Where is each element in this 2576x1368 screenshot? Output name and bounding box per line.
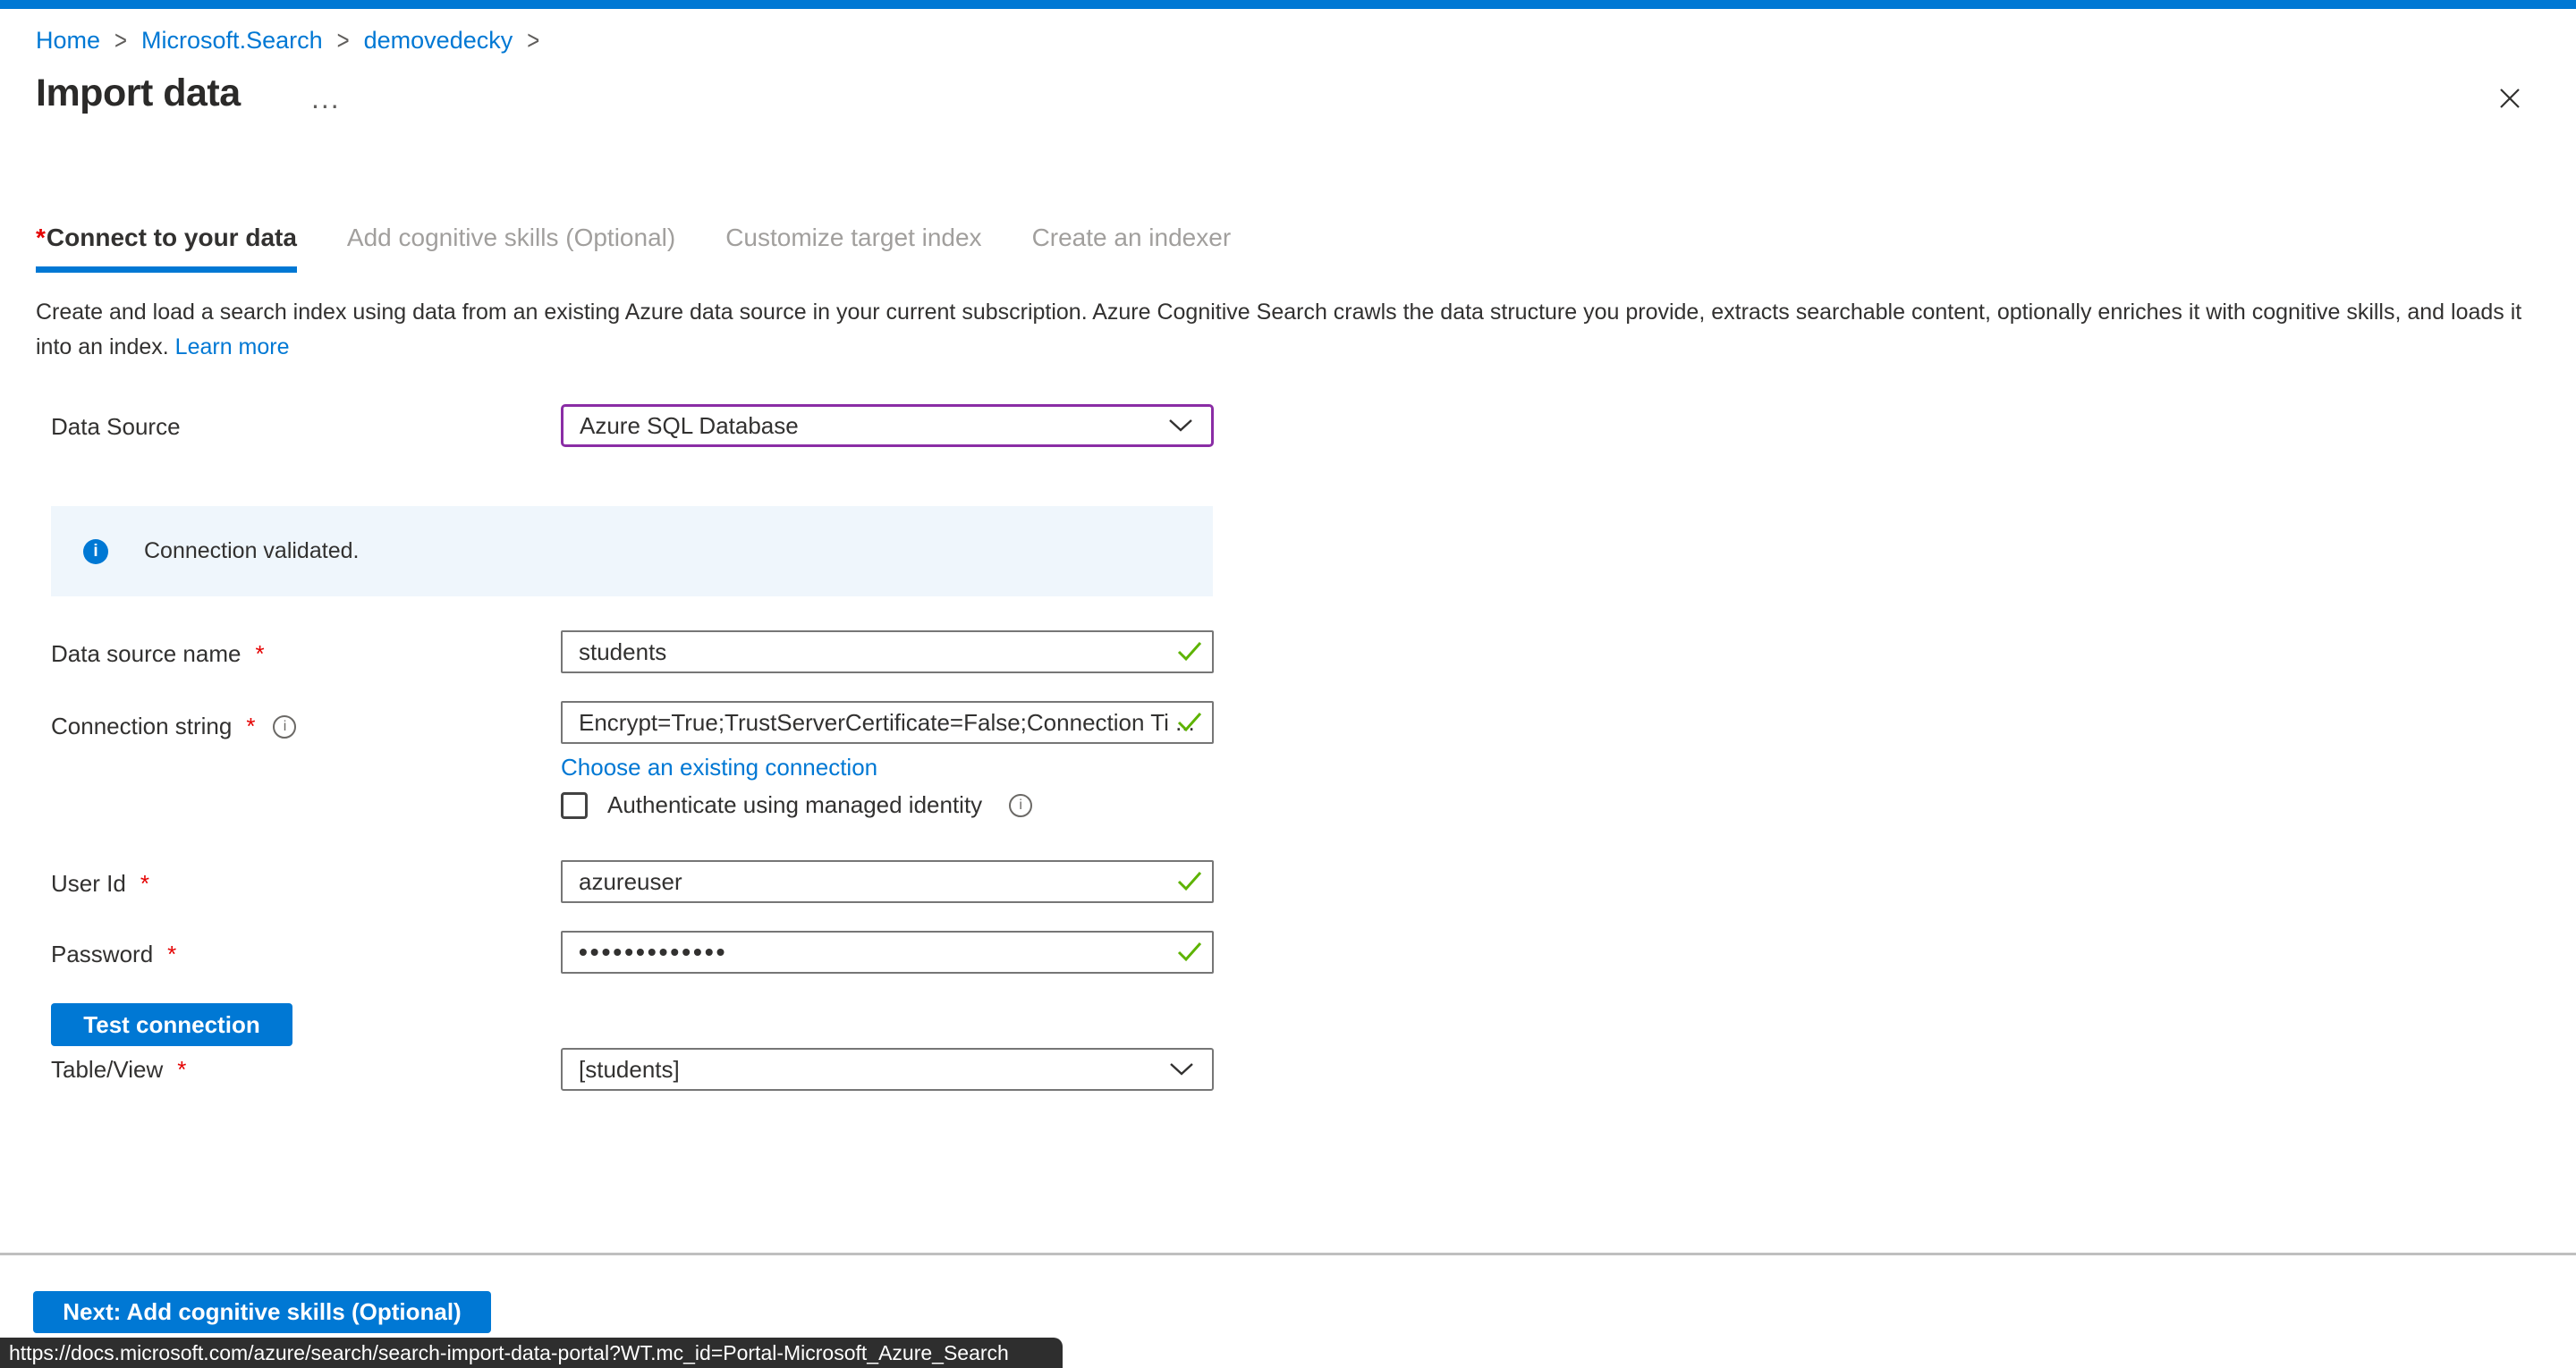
- required-marker: *: [246, 713, 255, 740]
- valid-check-icon: [1176, 640, 1203, 663]
- required-marker: *: [36, 224, 46, 251]
- top-accent-bar: [0, 0, 2576, 9]
- user-id-label: User Id*: [51, 870, 149, 898]
- test-connection-button[interactable]: Test connection: [51, 1003, 292, 1046]
- info-icon[interactable]: i: [273, 715, 296, 739]
- close-icon: [2496, 85, 2523, 112]
- connection-validated-banner: i Connection validated.: [51, 506, 1213, 596]
- table-view-label: Table/View*: [51, 1056, 186, 1084]
- next-add-cognitive-skills-button[interactable]: Next: Add cognitive skills (Optional): [33, 1291, 491, 1333]
- table-view-dropdown[interactable]: [students]: [561, 1048, 1214, 1091]
- breadcrumb-home[interactable]: Home: [36, 27, 100, 55]
- info-icon[interactable]: i: [1009, 794, 1032, 817]
- managed-identity-row: Authenticate using managed identity i: [561, 791, 1032, 819]
- breadcrumb-separator: >: [114, 25, 127, 56]
- valid-check-icon: [1176, 941, 1203, 964]
- link-status-bar: https://docs.microsoft.com/azure/search/…: [0, 1338, 1063, 1368]
- user-id-input[interactable]: azureuser: [561, 860, 1214, 903]
- footer-divider: [0, 1253, 2576, 1255]
- breadcrumb-separator: >: [527, 25, 539, 56]
- breadcrumb-microsoft-search[interactable]: Microsoft.Search: [141, 27, 323, 55]
- banner-message: Connection validated.: [144, 538, 359, 564]
- import-data-page: Home > Microsoft.Search > demovedecky > …: [0, 0, 2576, 1368]
- description-text: Create and load a search index using dat…: [36, 300, 2521, 359]
- table-view-value: [students]: [579, 1056, 680, 1084]
- managed-identity-checkbox[interactable]: [561, 792, 588, 819]
- chevron-down-icon: [1168, 418, 1193, 433]
- info-icon: i: [83, 539, 108, 564]
- connection-string-label: Connection string* i: [51, 713, 296, 740]
- learn-more-link[interactable]: Learn more: [175, 334, 290, 359]
- data-source-name-input[interactable]: students: [561, 630, 1214, 673]
- data-source-name-label: Data source name*: [51, 640, 265, 668]
- tab-create-an-indexer[interactable]: Create an indexer: [1032, 224, 1232, 273]
- page-description: Create and load a search index using dat…: [36, 295, 2537, 365]
- status-url: https://docs.microsoft.com/azure/search/…: [9, 1341, 1009, 1365]
- breadcrumb-demovedecky[interactable]: demovedecky: [364, 27, 513, 55]
- data-source-label: Data Source: [51, 413, 181, 441]
- data-source-value: Azure SQL Database: [580, 412, 799, 440]
- managed-identity-label: Authenticate using managed identity: [607, 791, 982, 819]
- connection-string-input[interactable]: Encrypt=True;TrustServerCertificate=Fals…: [561, 701, 1214, 744]
- more-options-icon[interactable]: ...: [311, 82, 341, 115]
- required-marker: *: [255, 640, 264, 668]
- password-label: Password*: [51, 941, 176, 968]
- valid-check-icon: [1176, 870, 1203, 893]
- required-marker: *: [140, 870, 149, 898]
- tab-add-cognitive-skills[interactable]: Add cognitive skills (Optional): [347, 224, 675, 273]
- wizard-tabs: *Connect to your data Add cognitive skil…: [36, 224, 1231, 273]
- breadcrumb: Home > Microsoft.Search > demovedecky >: [36, 27, 539, 55]
- required-marker: *: [177, 1056, 186, 1084]
- tab-connect-to-your-data[interactable]: *Connect to your data: [36, 224, 297, 273]
- data-source-dropdown[interactable]: Azure SQL Database: [561, 404, 1214, 447]
- tab-customize-target-index[interactable]: Customize target index: [725, 224, 981, 273]
- close-button[interactable]: [2490, 79, 2529, 118]
- chevron-down-icon: [1169, 1062, 1194, 1077]
- choose-existing-connection-link[interactable]: Choose an existing connection: [561, 754, 877, 781]
- breadcrumb-separator: >: [337, 25, 350, 56]
- password-input[interactable]: •••••••••••••: [561, 931, 1214, 974]
- page-title: Import data: [36, 72, 241, 115]
- valid-check-icon: [1176, 711, 1203, 734]
- required-marker: *: [167, 941, 176, 968]
